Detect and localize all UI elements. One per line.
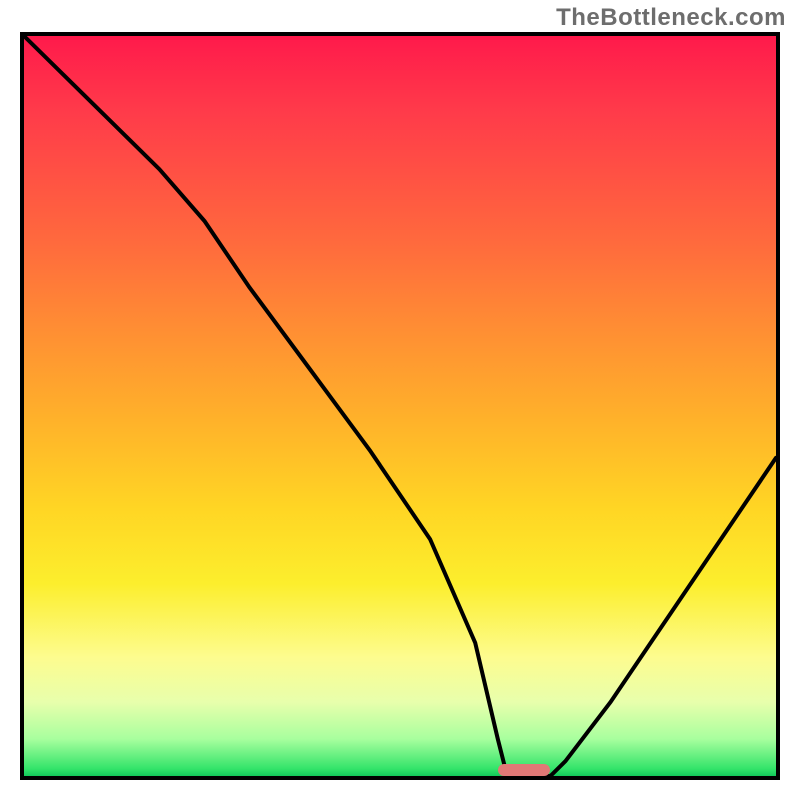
optimum-marker: [498, 764, 551, 776]
chart-frame: TheBottleneck.com: [0, 0, 800, 800]
plot-area: [20, 32, 780, 780]
bottleneck-curve: [24, 36, 776, 776]
watermark-text: TheBottleneck.com: [556, 4, 786, 32]
bottleneck-curve-path: [24, 36, 776, 776]
